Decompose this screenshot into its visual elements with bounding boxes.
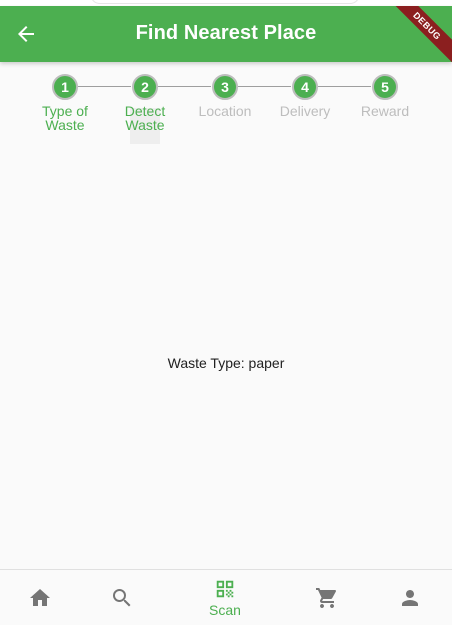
nav-search[interactable] [102, 570, 142, 625]
step-label: Reward [360, 103, 410, 119]
app-bar: Find Nearest Place DEBUG [0, 6, 452, 62]
nav-profile[interactable] [390, 570, 430, 625]
status-notch [90, 0, 360, 4]
step-label: Location [198, 103, 252, 119]
stepper-connector [238, 86, 291, 87]
stepper-connector [78, 86, 131, 87]
bottom-navigation: Scan [0, 569, 452, 625]
step-number-badge: 1 [52, 74, 78, 100]
home-icon [30, 589, 50, 606]
waste-type-result: Waste Type: paper [167, 355, 285, 371]
step-label: Delivery [279, 103, 331, 119]
step-number-badge: 4 [292, 74, 318, 100]
nav-scan-label: Scan [209, 602, 241, 618]
qr-code-icon [216, 580, 234, 598]
step-label: Detect Waste [124, 103, 166, 133]
stepper-connector [158, 86, 211, 87]
step-number-badge: 5 [372, 74, 398, 100]
stepper-connector [318, 86, 371, 87]
page-title: Find Nearest Place [135, 22, 317, 44]
step-number-badge: 2 [132, 74, 158, 100]
app-screen: Find Nearest Place DEBUG 1 Type of Waste… [0, 0, 452, 625]
step-number-badge: 3 [212, 74, 238, 100]
cart-icon [316, 588, 337, 608]
person-icon [402, 590, 418, 606]
search-icon [113, 589, 131, 607]
nav-scan[interactable]: Scan [195, 570, 255, 625]
nav-cart[interactable] [307, 570, 347, 625]
nav-home[interactable] [20, 570, 60, 625]
step-label: Type of Waste [42, 103, 88, 133]
